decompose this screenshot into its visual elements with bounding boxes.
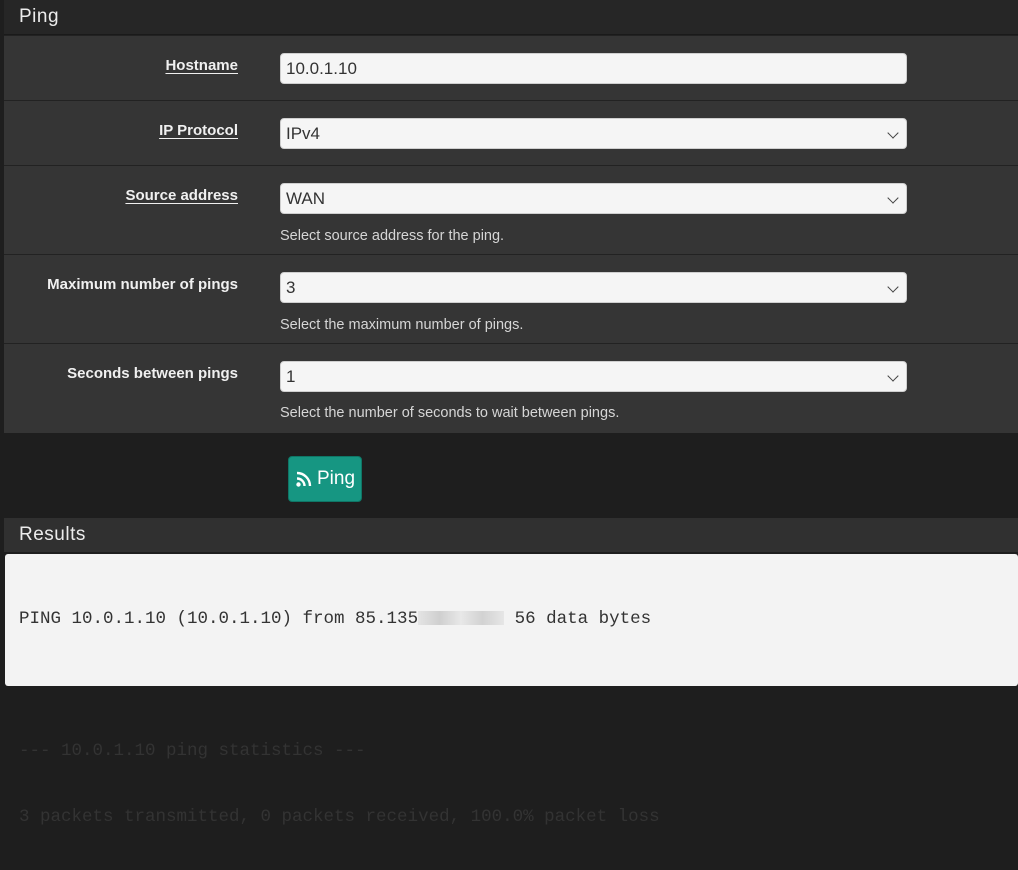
- ip-protocol-value: IPv4: [286, 124, 321, 143]
- ip-protocol-label[interactable]: IP Protocol: [18, 122, 238, 139]
- seconds-between-help: Select the number of seconds to wait bet…: [280, 405, 620, 421]
- ping-panel: Ping Hostname 10.0.1.10 IP Protocol IPv4…: [4, 0, 1018, 433]
- results-line1-prefix: PING 10.0.1.10 (10.0.1.10) from 85.135: [19, 609, 419, 629]
- redacted-text: [418, 611, 505, 626]
- source-address-select[interactable]: WAN: [280, 183, 907, 214]
- results-line: 3 packets transmitted, 0 packets receive…: [19, 807, 660, 827]
- results-panel: Results PING 10.0.1.10 (10.0.1.10) from …: [4, 518, 1018, 827]
- ip-protocol-row: IP Protocol IPv4: [4, 100, 1018, 165]
- ping-panel-title: Ping: [4, 0, 1018, 35]
- max-pings-help: Select the maximum number of pings.: [280, 317, 524, 333]
- results-line1-suffix: 56 data bytes: [504, 609, 652, 629]
- results-output: PING 10.0.1.10 (10.0.1.10) from 85.135 5…: [5, 554, 1018, 827]
- hostname-label[interactable]: Hostname: [18, 57, 238, 74]
- max-pings-select[interactable]: 3: [280, 272, 907, 303]
- chevron-down-icon: [887, 281, 899, 293]
- seconds-between-select[interactable]: 1: [280, 361, 907, 392]
- max-pings-row: Maximum number of pings 3 Select the max…: [4, 254, 1018, 343]
- ip-protocol-select[interactable]: IPv4: [280, 118, 907, 149]
- results-line: PING 10.0.1.10 (10.0.1.10) from 85.135 5…: [19, 606, 1004, 632]
- hostname-input[interactable]: 10.0.1.10: [280, 53, 907, 84]
- source-address-label[interactable]: Source address: [18, 187, 238, 204]
- max-pings-value: 3: [286, 278, 296, 297]
- source-address-help: Select source address for the ping.: [280, 228, 505, 244]
- results-line: --- 10.0.1.10 ping statistics ---: [19, 741, 366, 761]
- rss-icon: [296, 471, 312, 487]
- chevron-down-icon: [887, 192, 899, 204]
- seconds-between-row: Seconds between pings 1 Select the numbe…: [4, 343, 1018, 433]
- source-address-row: Source address WAN Select source address…: [4, 165, 1018, 254]
- ping-button-label: Ping: [316, 468, 356, 489]
- max-pings-label: Maximum number of pings: [47, 276, 238, 293]
- seconds-between-value: 1: [286, 367, 296, 386]
- results-line-blank: [19, 672, 1004, 698]
- chevron-down-icon: [887, 370, 899, 382]
- source-address-value: WAN: [286, 189, 326, 208]
- chevron-down-icon: [887, 127, 899, 139]
- results-title: Results: [4, 518, 1018, 552]
- seconds-between-label: Seconds between pings: [67, 365, 238, 382]
- ping-button[interactable]: Ping: [288, 456, 362, 502]
- hostname-row: Hostname 10.0.1.10: [4, 35, 1018, 100]
